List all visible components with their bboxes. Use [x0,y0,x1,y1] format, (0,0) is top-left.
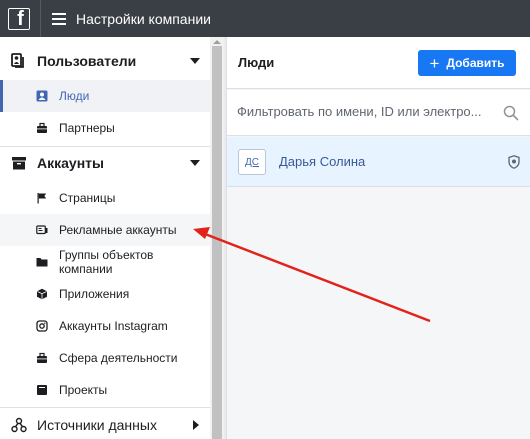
sidebar-item-label: Страницы [59,191,116,205]
shield-icon [508,155,520,169]
sidebar-item-label: Приложения [59,287,130,301]
page-title: Настройки компании [76,10,211,27]
sidebar-item-instagram[interactable]: Аккаунты Instagram [0,310,210,342]
sidebar-item-label: Рекламные аккаунты [59,223,177,237]
filter-input[interactable] [237,104,495,119]
chevron-right-icon[interactable] [193,420,199,430]
sidebar-section-label: Аккаунты [37,155,104,171]
menu-icon[interactable] [52,12,66,25]
person-name: Дарья Солина [279,154,366,169]
facebook-logo-icon[interactable]: f [8,7,30,30]
instagram-icon [36,320,48,332]
top-bar: f Настройки компании [0,0,530,37]
scroll-up-arrow-icon[interactable] [213,40,221,44]
main-panel: Люди + Добавить ДС Дарья Солина [226,37,530,439]
panel-title: Люди [238,55,275,70]
sidebar-item-people[interactable]: Люди [0,80,210,112]
sidebar-item-label: Группы объектов компании [59,248,154,276]
divider [40,0,41,37]
sidebar-section-accounts[interactable]: Аккаунты [0,143,210,183]
briefcase-icon [37,352,47,363]
chevron-down-icon[interactable] [190,160,200,166]
sidebar-item-pages[interactable]: Страницы [0,182,210,214]
briefcase-icon [37,122,47,133]
folder-icon [36,258,48,267]
sidebar-section-label: Пользователи [37,53,137,69]
sidebar-item-projects[interactable]: Проекты [0,374,210,406]
sidebar-item-label: Аккаунты Instagram [59,319,168,333]
sidebar-item-label: Партнеры [59,121,115,135]
add-button-label: Добавить [446,56,505,70]
sidebar-item-label: Люди [59,89,90,103]
sidebar-section-users[interactable]: Пользователи [0,41,210,81]
person-card-icon [36,90,48,102]
project-box-icon [37,385,47,395]
sidebar-item-ad-accounts[interactable]: Рекламные аккаунты [0,214,210,246]
main-header: Люди + Добавить [227,37,530,89]
sidebar-item-label: Проекты [59,383,108,397]
sidebar-item-line-of-business[interactable]: Сфера деятельности [0,342,210,374]
sidebar-section-label: Источники данных [37,417,157,433]
cube-icon [37,288,47,300]
chevron-down-icon[interactable] [190,58,200,64]
flag-icon [37,193,47,204]
sidebar: Пользователи Люди Партнеры Аккаунты Стра… [0,37,210,439]
filter-bar [227,90,530,136]
sidebar-item-partners[interactable]: Партнеры [0,112,210,144]
ad-account-icon [36,225,48,235]
archive-box-icon [12,157,26,170]
scrollbar-thumb[interactable] [212,46,222,439]
users-icon [11,53,24,68]
search-icon[interactable] [503,105,519,121]
sidebar-item-asset-groups[interactable]: Группы объектов компании [0,246,210,278]
list-item[interactable]: ДС Дарья Солина [227,137,530,187]
sidebar-item-apps[interactable]: Приложения [0,278,210,310]
plus-icon: + [429,53,440,73]
add-button[interactable]: + Добавить [418,50,516,76]
sidebar-section-data-sources[interactable]: Источники данных [0,405,210,439]
avatar: ДС [238,149,266,175]
sidebar-item-label: Сфера деятельности [59,351,178,365]
data-sources-icon [11,417,27,433]
